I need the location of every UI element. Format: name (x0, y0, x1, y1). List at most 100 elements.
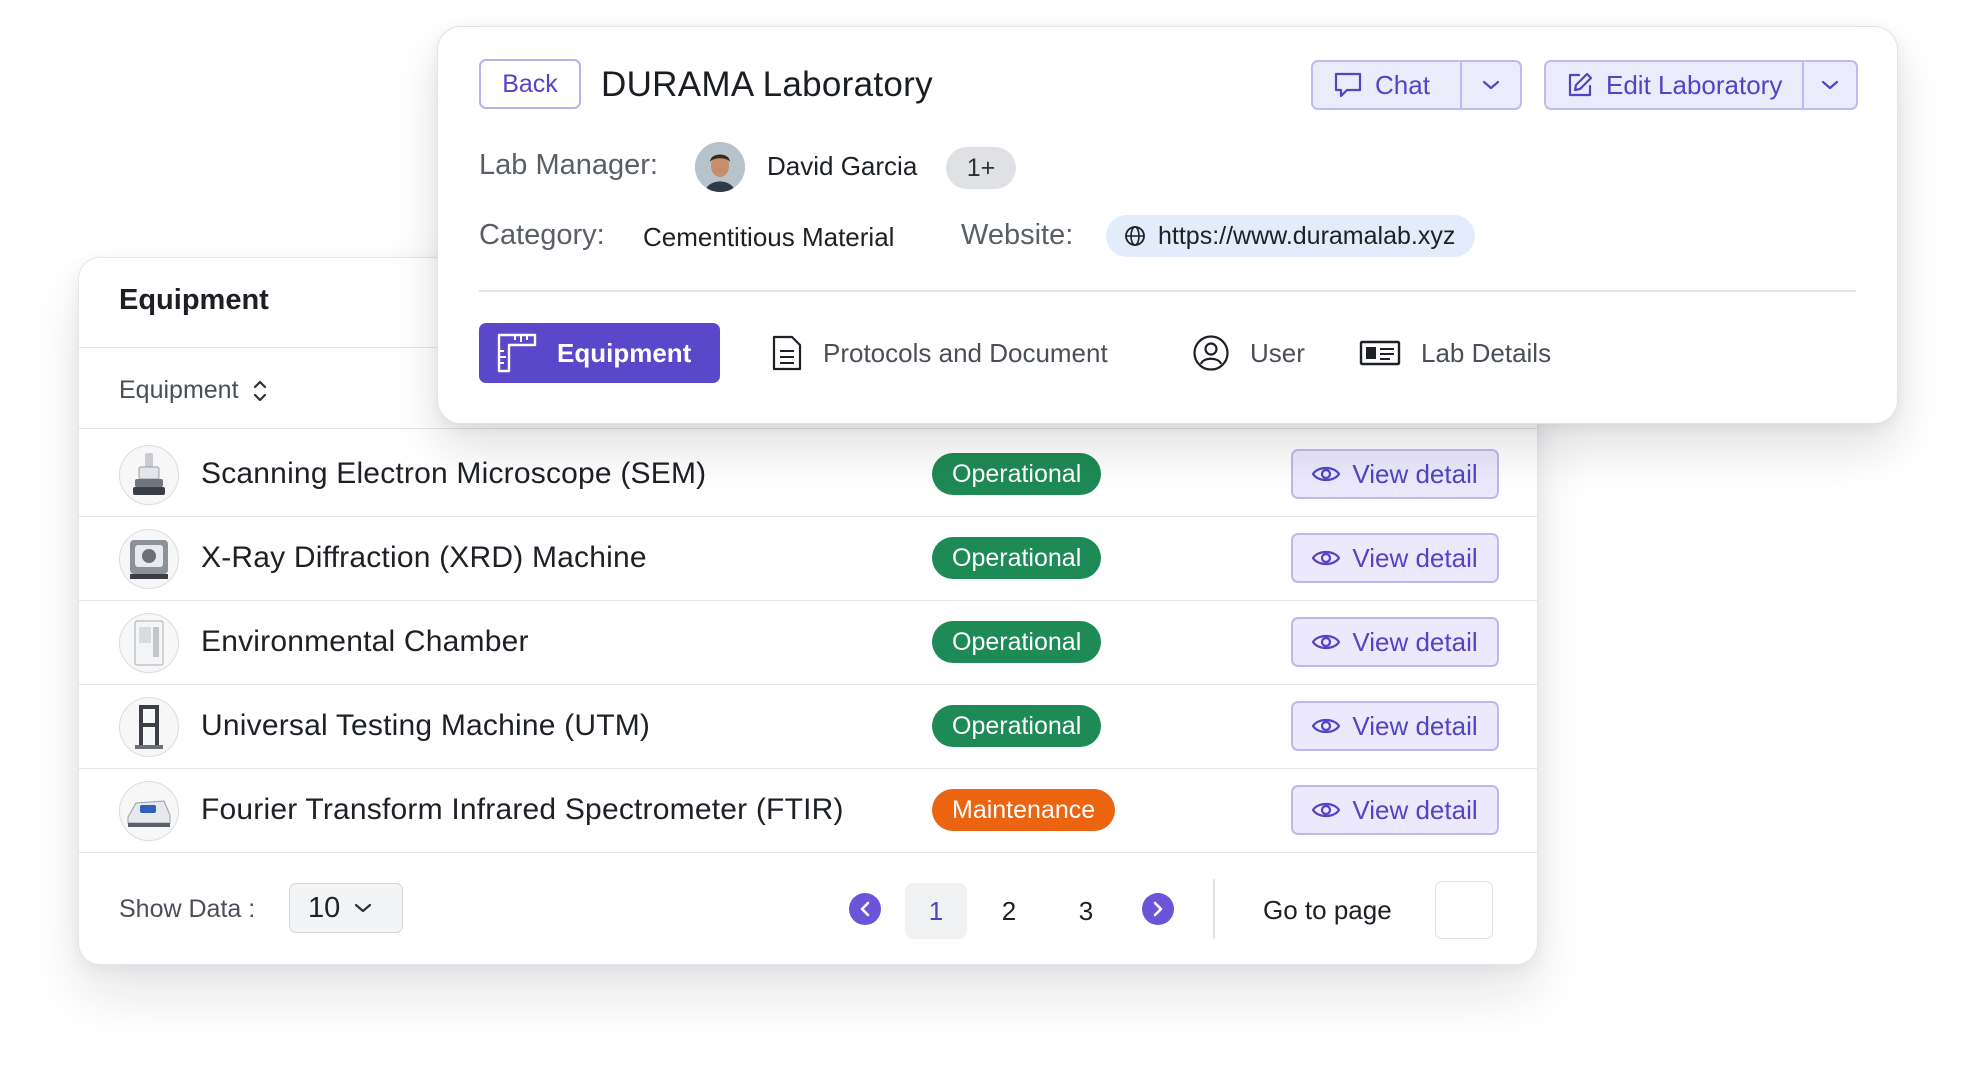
eye-icon (1312, 802, 1341, 818)
chat-button[interactable]: Chat (1313, 62, 1460, 108)
status-badge: Operational (932, 621, 1102, 663)
eye-icon (1312, 466, 1341, 482)
more-managers-badge[interactable]: 1+ (946, 147, 1016, 189)
view-detail-button[interactable]: View detail (1291, 617, 1499, 667)
document-icon (772, 335, 802, 371)
xrd-machine-image (130, 540, 168, 579)
sort-icon[interactable] (253, 378, 267, 404)
page-size-value: 10 (308, 891, 341, 924)
view-detail-label: View detail (1352, 458, 1478, 489)
page-button-2[interactable]: 2 (978, 883, 1040, 939)
equipment-name: Scanning Electron Microscope (SEM) (201, 457, 707, 490)
chevron-down-icon (355, 903, 372, 913)
status-badge: Operational (932, 705, 1102, 747)
chat-dropdown-button[interactable] (1460, 62, 1520, 108)
table-row: Fourier Transform Infrared Spectrometer … (79, 769, 1537, 853)
category-value: Cementitious Material (643, 222, 895, 252)
view-detail-label: View detail (1352, 542, 1478, 573)
globe-icon (1125, 226, 1145, 246)
eye-icon (1312, 550, 1341, 566)
equipment-table: Scanning Electron Microscope (SEM) Opera… (79, 433, 1537, 853)
view-detail-label: View detail (1352, 710, 1478, 741)
equipment-card-title: Equipment (119, 284, 269, 316)
tab-protocols-label: Protocols and Document (823, 337, 1108, 368)
tab-lab-details-label: Lab Details (1421, 337, 1552, 368)
equipment-thumbnail (119, 445, 179, 505)
ftir-image (127, 800, 171, 827)
website-url: https://www.duramalab.xyz (1158, 221, 1456, 250)
eye-icon (1312, 718, 1341, 734)
go-to-page-input[interactable] (1435, 881, 1493, 939)
table-row: Universal Testing Machine (UTM) Operatio… (79, 685, 1537, 769)
equipment-name: X-Ray Diffraction (XRD) Machine (201, 541, 647, 574)
tab-protocols-and-document[interactable]: Protocols and Document (771, 323, 1108, 383)
ruler-icon (497, 333, 537, 373)
edit-laboratory-button[interactable]: Edit Laboratory (1546, 62, 1802, 108)
page-title: DURAMA Laboratory (601, 65, 933, 104)
lab-manager-name: David Garcia (767, 151, 918, 181)
equipment-name: Environmental Chamber (201, 625, 529, 658)
website-link[interactable]: https://www.duramalab.xyz (1106, 215, 1476, 257)
edit-laboratory-split-button: Edit Laboratory (1544, 60, 1858, 110)
edit-dropdown-button[interactable] (1802, 62, 1856, 108)
go-to-page-label: Go to page (1263, 895, 1392, 925)
divider (79, 428, 1537, 429)
tab-equipment[interactable]: Equipment (479, 323, 720, 383)
edit-icon (1568, 72, 1593, 97)
divider (1213, 879, 1215, 939)
chevron-down-icon (1821, 80, 1839, 90)
id-card-icon (1359, 340, 1401, 366)
category-label: Category: (479, 219, 605, 251)
table-row: Environmental Chamber Operational View d… (79, 601, 1537, 685)
chat-label: Chat (1375, 69, 1430, 100)
edit-laboratory-label: Edit Laboratory (1606, 69, 1783, 100)
equipment-column-header[interactable]: Equipment (119, 376, 267, 405)
tab-user-label: User (1250, 337, 1305, 368)
equipment-column-label: Equipment (119, 376, 239, 404)
chevron-down-icon (1482, 80, 1500, 90)
equipment-name: Universal Testing Machine (UTM) (201, 709, 651, 742)
tab-lab-details[interactable]: Lab Details (1359, 323, 1551, 383)
avatar[interactable] (695, 142, 745, 192)
prev-page-button[interactable] (849, 893, 881, 925)
view-detail-button[interactable]: View detail (1291, 449, 1499, 499)
tab-equipment-label: Equipment (557, 337, 692, 368)
chevron-left-icon (860, 901, 870, 917)
divider (479, 290, 1856, 292)
page-button-3[interactable]: 3 (1055, 883, 1117, 939)
equipment-thumbnail (119, 613, 179, 673)
chat-split-button: Chat (1311, 60, 1522, 110)
view-detail-label: View detail (1352, 626, 1478, 657)
view-detail-button[interactable]: View detail (1291, 701, 1499, 751)
status-badge: Operational (932, 537, 1102, 579)
back-button[interactable]: Back (479, 59, 581, 109)
utm-image (135, 705, 163, 749)
website-label: Website: (961, 219, 1074, 251)
equipment-thumbnail (119, 697, 179, 757)
view-detail-label: View detail (1352, 794, 1478, 825)
tab-user[interactable]: User (1192, 323, 1305, 383)
page-button-1[interactable]: 1 (905, 883, 967, 939)
microscope-image (133, 453, 165, 495)
table-row: Scanning Electron Microscope (SEM) Opera… (79, 433, 1537, 517)
status-badge: Operational (932, 453, 1102, 495)
eye-icon (1312, 634, 1341, 650)
chat-bubble-icon (1334, 72, 1362, 98)
lab-header-card: Back DURAMA Laboratory Chat Edit Laborat… (437, 26, 1898, 424)
equipment-thumbnail (119, 529, 179, 589)
user-photo (695, 142, 745, 192)
table-row: X-Ray Diffraction (XRD) Machine Operatio… (79, 517, 1537, 601)
chevron-right-icon (1153, 901, 1163, 917)
page-size-select[interactable]: 10 (289, 883, 403, 933)
equipment-name: Fourier Transform Infrared Spectrometer … (201, 793, 844, 826)
pagination-bar: Show Data : 10 1 2 3 Go to page (79, 855, 1537, 964)
next-page-button[interactable] (1142, 893, 1174, 925)
equipment-thumbnail (119, 781, 179, 841)
user-circle-icon (1193, 335, 1229, 371)
view-detail-button[interactable]: View detail (1291, 785, 1499, 835)
lab-manager-label: Lab Manager: (479, 149, 658, 181)
show-data-label: Show Data : (119, 895, 256, 923)
view-detail-button[interactable]: View detail (1291, 533, 1499, 583)
status-badge: Maintenance (932, 789, 1116, 831)
chamber-image (134, 620, 164, 666)
